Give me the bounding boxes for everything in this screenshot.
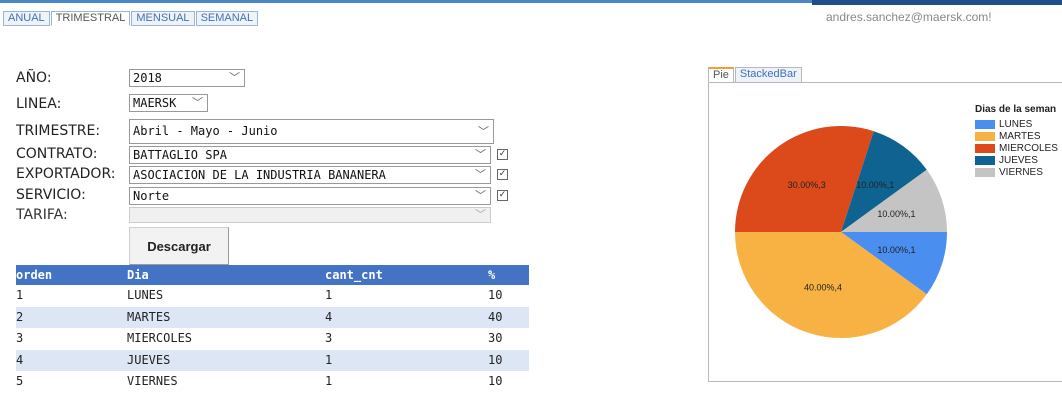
servicio-checkbox[interactable]: ✓ xyxy=(497,190,508,201)
anio-select[interactable]: 2018 ﹀ xyxy=(129,69,245,87)
cell-dia: VIERNES xyxy=(127,374,178,388)
cell-percent: 10 xyxy=(488,374,503,388)
chevron-down-icon: ﹀ xyxy=(478,125,489,138)
cell-orden: 4 xyxy=(16,352,24,367)
servicio-select[interactable]: Norte ﹀ xyxy=(129,187,491,205)
chevron-down-icon: ﹀ xyxy=(475,168,486,181)
pie-label-viernes: 10.00%,1 xyxy=(877,209,915,219)
legend-label: MARTES xyxy=(999,130,1041,142)
user-email: andres.sanchez@maersk.com! xyxy=(826,10,992,24)
legend-swatch xyxy=(975,155,995,165)
cell-cant: 1 xyxy=(325,374,333,388)
chevron-down-icon: ﹀ xyxy=(229,71,240,84)
contrato-checkbox[interactable]: ✓ xyxy=(497,149,508,160)
header-percent[interactable]: % xyxy=(488,265,529,285)
header-dia[interactable]: Dia xyxy=(127,265,325,285)
legend-swatch xyxy=(975,131,995,141)
pie-label-lunes: 10.00%,1 xyxy=(877,245,915,255)
table-row: 1 LUNES 1 10 xyxy=(16,285,529,307)
linea-label: LINEA: xyxy=(16,96,62,112)
cell-cant: 1 xyxy=(325,288,333,302)
legend-label: JUEVES xyxy=(999,154,1038,166)
chevron-down-icon: ﹀ xyxy=(192,96,203,109)
linea-value: MAERSK xyxy=(133,96,177,110)
cell-dia: MARTES xyxy=(127,309,171,324)
exportador-select[interactable]: ASOCIACION DE LA INDUSTRIA BANANERA ﹀ xyxy=(129,166,491,184)
linea-select[interactable]: MAERSK ﹀ xyxy=(129,94,208,112)
cell-percent: 10 xyxy=(488,288,503,302)
legend-label: MIERCOLES xyxy=(999,142,1058,154)
servicio-label: SERVICIO: xyxy=(16,187,86,203)
tab-trimestral[interactable]: TRIMESTRAL xyxy=(50,11,131,26)
table-row: 3 MIERCOLES 3 30 xyxy=(16,328,529,350)
results-table: orden Dia cant_cnt % 1 LUNES 1 10 2 MART… xyxy=(16,265,529,393)
table-header: orden Dia cant_cnt % xyxy=(16,265,529,285)
trimestre-value: Abril - Mayo - Junio xyxy=(133,124,278,138)
header-orden[interactable]: orden xyxy=(16,265,127,285)
tab-pie[interactable]: Pie xyxy=(708,67,734,82)
servicio-value: Norte xyxy=(133,189,170,203)
chevron-down-icon: ﹀ xyxy=(475,189,486,202)
top-bar-accent xyxy=(812,0,1062,5)
cell-cant: 3 xyxy=(325,331,333,345)
contrato-label: CONTRATO: xyxy=(16,146,98,162)
cell-cant: 1 xyxy=(325,352,333,367)
header-cant-cnt[interactable]: cant_cnt xyxy=(325,265,488,285)
legend-item: JUEVES xyxy=(975,154,1058,166)
pie-label-jueves: 10.00%,1 xyxy=(856,180,894,190)
chart-legend: Dias de la seman LUNES MARTES MIERCOLES JUE… xyxy=(975,104,1058,178)
legend-swatch xyxy=(975,143,995,153)
tarifa-label: TARIFA: xyxy=(16,207,68,223)
chevron-down-icon: ﹀ xyxy=(475,148,486,161)
exportador-value: ASOCIACION DE LA INDUSTRIA BANANERA xyxy=(133,168,386,182)
legend-label: LUNES xyxy=(999,118,1033,130)
cell-percent: 40 xyxy=(488,309,503,324)
table-row: 2 MARTES 4 40 xyxy=(16,306,529,328)
exportador-checkbox[interactable]: ✓ xyxy=(497,169,508,180)
legend-swatch xyxy=(975,167,995,177)
legend-item: MIERCOLES xyxy=(975,142,1058,154)
legend-item: VIERNES xyxy=(975,166,1058,178)
table-row: 4 JUEVES 1 10 xyxy=(16,349,529,371)
cell-orden: 3 xyxy=(16,331,24,345)
contrato-select[interactable]: BATTAGLIO SPA ﹀ xyxy=(129,146,491,164)
pie-label-martes: 40.00%,4 xyxy=(804,282,842,292)
cell-dia: JUEVES xyxy=(127,352,171,367)
cell-orden: 2 xyxy=(16,309,24,324)
cell-orden: 1 xyxy=(16,288,24,302)
cell-percent: 10 xyxy=(488,352,503,367)
anio-value: 2018 xyxy=(133,71,162,85)
tab-semanal[interactable]: SEMANAL xyxy=(195,11,259,26)
tab-stackedbar[interactable]: StackedBar xyxy=(734,67,802,82)
tab-mensual[interactable]: MENSUAL xyxy=(131,11,195,26)
trimestre-label: TRIMESTRE: xyxy=(16,123,101,139)
table-row: 5 VIERNES 1 10 xyxy=(16,371,529,393)
contrato-value: BATTAGLIO SPA xyxy=(133,148,227,162)
legend-title: Dias de la seman xyxy=(975,104,1057,115)
cell-orden: 5 xyxy=(16,374,24,388)
period-tabs: ANUAL TRIMESTRAL MENSUAL SEMANAL xyxy=(3,11,259,26)
cell-cant: 4 xyxy=(325,309,333,324)
chevron-down-icon: ﹀ xyxy=(475,208,486,221)
cell-dia: MIERCOLES xyxy=(127,331,193,345)
tab-anual[interactable]: ANUAL xyxy=(3,11,50,26)
legend-item: MARTES xyxy=(975,130,1058,142)
legend-item: LUNES xyxy=(975,118,1058,130)
trimestre-select[interactable]: Abril - Mayo - Junio ﹀ xyxy=(129,119,494,144)
chart-tabs: Pie StackedBar xyxy=(708,67,803,82)
anio-label: AÑO: xyxy=(16,70,52,86)
cell-dia: LUNES xyxy=(127,288,164,302)
legend-label: VIERNES xyxy=(999,166,1043,178)
tarifa-select[interactable]: ﹀ xyxy=(129,207,491,223)
legend-swatch xyxy=(975,119,995,129)
cell-percent: 30 xyxy=(488,331,503,345)
descargar-button[interactable]: Descargar xyxy=(129,227,229,265)
pie-label-miercoles: 30.00%,3 xyxy=(788,180,826,190)
exportador-label: EXPORTADOR: xyxy=(16,166,116,182)
